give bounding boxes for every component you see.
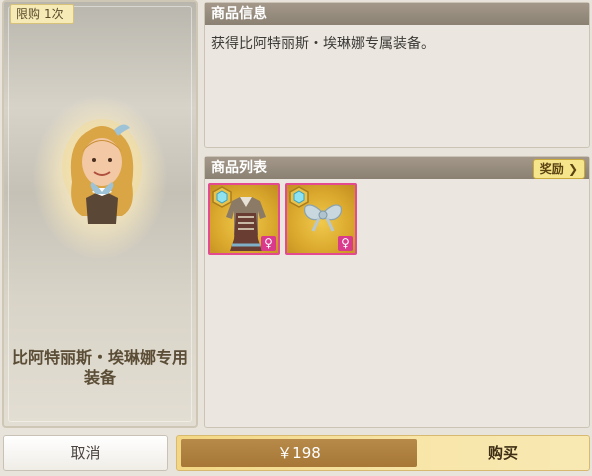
- price-label: ￥198: [181, 439, 417, 467]
- product-info-panel: 商品信息 获得比阿特丽斯・埃琳娜专属装备。: [204, 2, 590, 148]
- limit-label: 限购: [16, 7, 41, 21]
- item-slot-armor[interactable]: ♀: [208, 183, 280, 255]
- product-list-panel: 商品列表 奖励 ❯ ♀ ♀: [204, 156, 590, 428]
- female-icon: ♀: [261, 236, 276, 251]
- product-description: 获得比阿特丽斯・埃琳娜专属装备。: [211, 36, 435, 52]
- female-icon: ♀: [338, 236, 353, 251]
- purchase-button[interactable]: ￥198 购买: [176, 435, 590, 471]
- product-info-header: 商品信息: [205, 3, 589, 25]
- buy-label: 购买: [487, 444, 518, 462]
- cancel-button[interactable]: 取消: [3, 435, 168, 471]
- preview-card: 限购 1次 比阿特丽斯・埃琳娜专用装备: [2, 0, 198, 428]
- character-portrait: [62, 119, 142, 224]
- reward-button[interactable]: 奖励 ❯: [532, 159, 585, 179]
- purchase-limit-badge: 限购 1次: [10, 4, 74, 24]
- item-slot-bow[interactable]: ♀: [285, 183, 357, 255]
- item-title: 比阿特丽斯・埃琳娜专用装备: [11, 348, 188, 387]
- product-list-header: 商品列表 奖励 ❯: [205, 157, 589, 179]
- hair-bow-icon: [304, 204, 342, 232]
- limit-count: 1次: [44, 7, 64, 21]
- product-list-title: 商品列表: [211, 160, 267, 176]
